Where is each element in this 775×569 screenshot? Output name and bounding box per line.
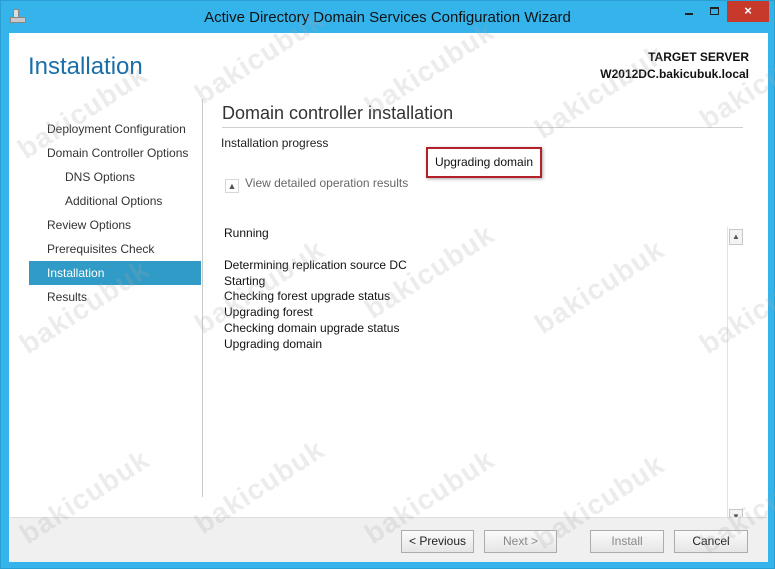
progress-status-box: Upgrading domain: [426, 147, 542, 178]
install-button[interactable]: Install: [590, 530, 664, 553]
nav-item-prerequisites-check[interactable]: Prerequisites Check: [29, 237, 201, 261]
scroll-up-icon[interactable]: ▲: [729, 229, 743, 245]
details-toggle-label: View detailed operation results: [245, 176, 409, 190]
maximize-icon: [710, 7, 719, 15]
minimize-button[interactable]: [676, 1, 702, 22]
title-bar[interactable]: Active Directory Domain Services Configu…: [1, 1, 774, 33]
nav-item-review-options[interactable]: Review Options: [29, 213, 201, 237]
maximize-button[interactable]: [702, 1, 727, 22]
nav-item-additional-options[interactable]: Additional Options: [29, 189, 201, 213]
close-button[interactable]: ×: [727, 1, 769, 22]
progress-label: Installation progress: [221, 136, 329, 150]
chevron-up-icon: ▲: [225, 179, 239, 193]
nav-item-dns-options[interactable]: DNS Options: [29, 165, 201, 189]
progress-status-text: Upgrading domain: [434, 155, 534, 169]
minimize-icon: [685, 13, 693, 15]
log-line: Checking forest upgrade status: [224, 289, 391, 304]
previous-button[interactable]: < Previous: [401, 530, 474, 553]
section-title-divider: [222, 127, 743, 128]
log-line: Checking domain upgrade status: [224, 320, 400, 335]
close-icon: ×: [744, 3, 752, 18]
details-toggle[interactable]: ▲ View detailed operation results: [225, 176, 408, 193]
log-line: Upgrading forest: [224, 305, 313, 320]
log-line: Upgrading domain: [224, 336, 323, 351]
log-scrollbar[interactable]: ▲ ▼: [727, 227, 743, 527]
wizard-window: Active Directory Domain Services Configu…: [0, 0, 775, 569]
window-title: Active Directory Domain Services Configu…: [204, 9, 571, 26]
section-title: Domain controller installation: [222, 103, 454, 123]
